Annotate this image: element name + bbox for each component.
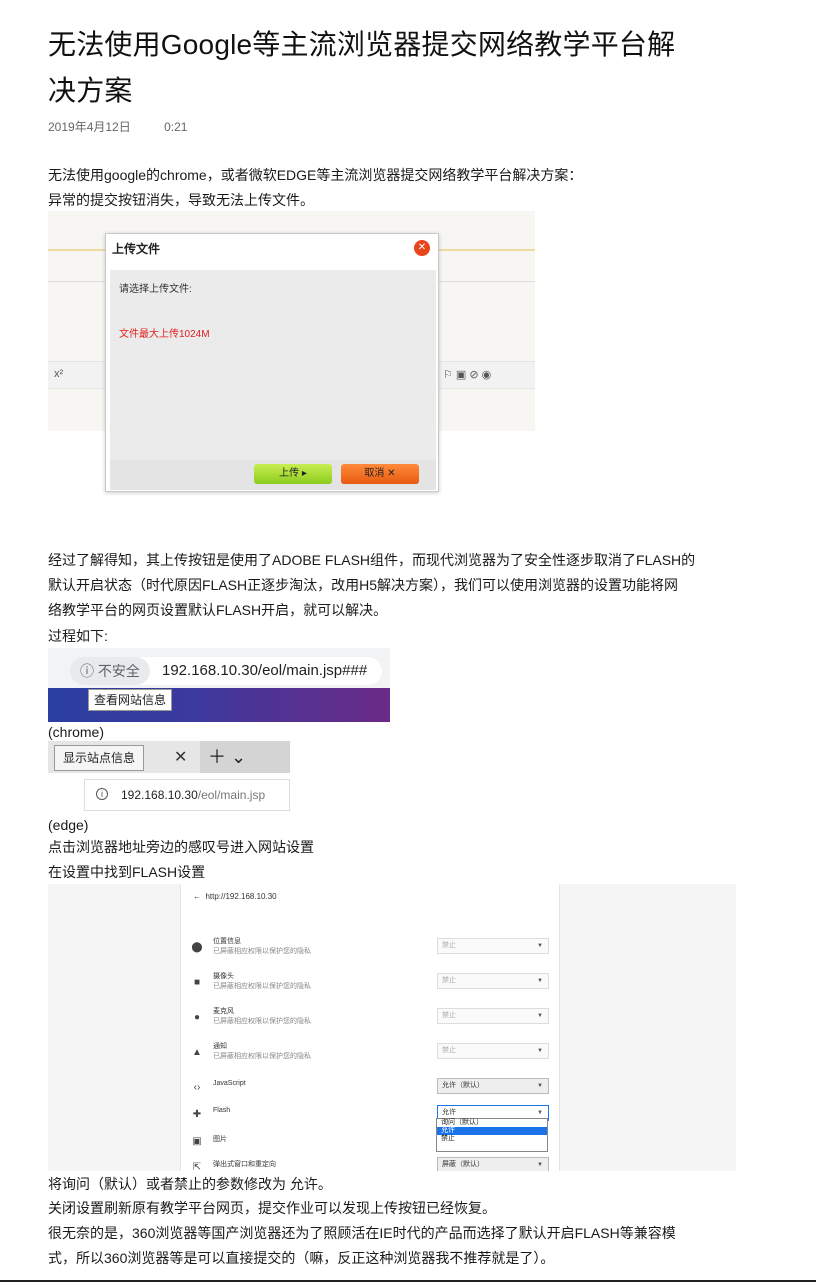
setting-select[interactable]: 禁止 ▼ xyxy=(437,1008,549,1024)
cancel-button[interactable]: 取消 ✕ xyxy=(341,464,419,484)
chrome-address-bar[interactable]: ⓘ 不安全 192.168.10.30/eol/main.jsp### xyxy=(70,657,382,685)
setting-name: 图片 xyxy=(213,1136,227,1143)
intro-line-1: 无法使用google的chrome，或者微软EDGE等主流浏览器提交网络教学平台… xyxy=(48,167,583,183)
dropdown-option[interactable]: 禁止 xyxy=(437,1135,547,1143)
upload-limit: 文件最大上传1024M xyxy=(119,329,210,340)
setting-select[interactable]: 禁止 ▼ xyxy=(437,938,549,954)
setting-value: 禁止 xyxy=(442,977,456,984)
setting-value: 允许（默认） xyxy=(442,1082,484,1089)
info-icon[interactable]: i xyxy=(96,788,108,800)
setting-name: JavaScript xyxy=(213,1080,246,1087)
upload-label: 上传 xyxy=(279,468,300,479)
setting-row-notifications: ▲ 通知已屏蔽相应权限以保护您的隐私 禁止 ▼ xyxy=(181,1041,561,1067)
setting-select[interactable]: 禁止 ▼ xyxy=(437,1043,549,1059)
setting-name: Flash xyxy=(213,1107,231,1114)
chevron-down-icon: ▼ xyxy=(537,1013,543,1019)
setting-value: 屏蔽（默认） xyxy=(442,1161,484,1168)
edge-url-path: /eol/main.jsp xyxy=(197,788,266,802)
ending-line-1: 很无奈的是，360浏览器等国产浏览器还为了照顾活在IE时代的产品而选择了默认开启… xyxy=(48,1225,676,1241)
camera-icon: ■ xyxy=(193,977,201,988)
step-1: 点击浏览器地址旁边的感叹号进入网站设置 xyxy=(48,839,314,855)
setting-value: 禁止 xyxy=(442,1012,456,1019)
chrome-screenshot: ⓘ 不安全 192.168.10.30/eol/main.jsp### 查看网站… xyxy=(48,648,390,722)
insecure-label: 不安全 xyxy=(97,663,140,679)
setting-select[interactable]: 屏蔽（默认） ▼ xyxy=(437,1157,549,1171)
setting-select[interactable]: 禁止 ▼ xyxy=(437,973,549,989)
code-icon: ‹› xyxy=(193,1082,201,1093)
para-line-3: 络教学平台的网页设置默认FLASH开启，就可以解决。 xyxy=(48,602,388,618)
setting-value: 禁止 xyxy=(442,1047,456,1054)
setting-name: 弹出式窗口和重定向 xyxy=(213,1161,276,1168)
chevron-down-icon: ▼ xyxy=(537,1162,543,1168)
upload-button[interactable]: 上传 ▸ xyxy=(254,464,332,484)
info-icon: ⓘ xyxy=(80,663,94,679)
step-2: 在设置中找到FLASH设置 xyxy=(48,864,206,880)
chevron-down-icon: ▼ xyxy=(537,978,543,984)
setting-name: 摄像头 xyxy=(213,973,234,980)
para-line-1: 经过了解得知，其上传按钮是使用了ADOBE FLASH组件，而现代浏览器为了安全… xyxy=(48,552,696,568)
setting-row-javascript: ‹› JavaScript 允许（默认） ▼ xyxy=(181,1076,561,1102)
microphone-icon: ● xyxy=(193,1012,201,1023)
article-meta: 2019年4月12日 0:21 xyxy=(48,118,217,135)
intro-line-2: 异常的提交按钮消失，导致无法上传文件。 xyxy=(48,192,314,208)
process-label: 过程如下: xyxy=(48,628,108,644)
chevron-down-icon: ▼ xyxy=(537,1048,543,1054)
edge-url-host: 192.168.10.30 xyxy=(121,788,198,802)
edge-screenshot: 显示站点信息 ✕ ＋ ⌄ 192.168.10.30/eol/main.jsp … xyxy=(48,741,290,817)
setting-row-microphone: ● 麦克风已屏蔽相应权限以保护您的隐私 禁止 ▼ xyxy=(181,1006,561,1032)
cancel-label: 取消 xyxy=(364,468,385,479)
new-tab-button[interactable]: ＋ ⌄ xyxy=(200,741,290,773)
edge-address-bar[interactable]: 192.168.10.30/eol/main.jsp xyxy=(84,779,290,811)
close-icon[interactable]: ✕ xyxy=(414,240,430,256)
setting-name: 麦克风 xyxy=(213,1008,234,1015)
setting-desc: 已屏蔽相应权限以保护您的隐私 xyxy=(213,948,311,955)
setting-name: 通知 xyxy=(213,1043,227,1050)
setting-desc: 已屏蔽相应权限以保护您的隐私 xyxy=(213,1053,311,1060)
setting-desc: 已屏蔽相应权限以保护您的隐私 xyxy=(213,1018,311,1025)
dropdown-option[interactable]: 询问（默认） xyxy=(437,1119,547,1127)
setting-value: 允许 xyxy=(442,1109,456,1116)
setting-value: 禁止 xyxy=(442,942,456,949)
close-tab-icon[interactable]: ✕ xyxy=(174,747,187,767)
setting-row-camera: ■ 摄像头已屏蔽相应权限以保护您的隐私 禁止 ▼ xyxy=(181,971,561,997)
site-info-tooltip: 查看网站信息 xyxy=(88,689,172,711)
dialog-title: 上传文件 xyxy=(112,242,161,256)
chevron-down-icon: ▼ xyxy=(537,943,543,949)
ending-line-2: 式，所以360浏览器等是可以直接提交的（嘛，反正这种浏览器我不推荐就是了）。 xyxy=(48,1250,555,1266)
step-4: 关闭设置刷新原有教学平台网页，提交作业可以发现上传按钮已经恢复。 xyxy=(48,1200,496,1216)
para-line-2: 默认开启状态（时代原因FLASH正逐步淘汰，改用H5解决方案），我们可以使用浏览… xyxy=(48,577,679,593)
site-url: http://192.168.10.30 xyxy=(205,892,277,901)
edge-site-tooltip: 显示站点信息 xyxy=(54,745,144,771)
setting-name: 位置信息 xyxy=(213,938,241,945)
setting-desc: 已屏蔽相应权限以保护您的隐私 xyxy=(213,983,311,990)
upload-prompt: 请选择上传文件: xyxy=(119,284,192,295)
setting-row-location: ⬤ 位置信息已屏蔽相应权限以保护您的隐私 禁止 ▼ xyxy=(181,936,561,962)
settings-header: ← http://192.168.10.30 xyxy=(193,892,277,901)
external-link-icon: ⇱ xyxy=(192,1162,202,1171)
upload-dialog: 上传文件 ✕ 请选择上传文件: 文件最大上传1024M 上传 ▸ 取消 ✕ xyxy=(105,233,439,492)
puzzle-icon: ✚ xyxy=(192,1109,202,1120)
chevron-down-icon: ▼ xyxy=(537,1083,543,1089)
site-info-chip[interactable]: ⓘ 不安全 xyxy=(70,657,150,685)
bell-icon: ▲ xyxy=(192,1047,202,1058)
setting-row-popups: ⇱ 弹出式窗口和重定向 屏蔽（默认） ▼ xyxy=(181,1156,561,1171)
flash-dropdown[interactable]: 询问（默认） 允许 禁止 xyxy=(436,1118,548,1152)
back-arrow-icon[interactable]: ← xyxy=(193,892,201,901)
settings-screenshot: ← http://192.168.10.30 ⬤ 位置信息已屏蔽相应权限以保护您的… xyxy=(48,884,736,1171)
dialog-footer: 上传 ▸ 取消 ✕ xyxy=(110,460,436,490)
post-time: 0:21 xyxy=(164,120,188,134)
dialog-body: 请选择上传文件: 文件最大上传1024M xyxy=(110,270,436,460)
post-date: 2019年4月12日 xyxy=(48,120,131,134)
location-icon: ⬤ xyxy=(191,942,203,953)
setting-select[interactable]: 允许（默认） ▼ xyxy=(437,1078,549,1094)
step-3: 将询问（默认）或者禁止的参数修改为 允许。 xyxy=(48,1176,332,1192)
chrome-url: 192.168.10.30/eol/main.jsp### xyxy=(162,662,368,679)
image-icon: ▣ xyxy=(192,1136,202,1147)
dropdown-option-selected[interactable]: 允许 xyxy=(437,1127,547,1135)
article-title: 无法使用Google等主流浏览器提交网络教学平台解决方案 xyxy=(48,29,676,106)
